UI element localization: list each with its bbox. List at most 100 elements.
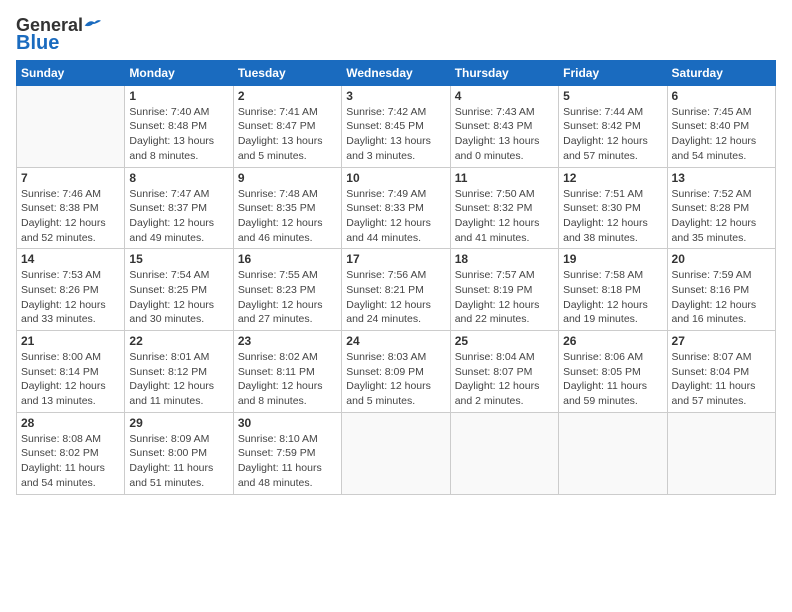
calendar-cell: 29 Sunrise: 8:09 AMSunset: 8:00 PMDayligh…: [125, 412, 233, 494]
column-header-sunday: Sunday: [17, 60, 125, 85]
day-info: Sunrise: 7:44 AMSunset: 8:42 PMDaylight:…: [563, 105, 662, 164]
day-info: Sunrise: 8:00 AMSunset: 8:14 PMDaylight:…: [21, 350, 120, 409]
page-header: General Blue: [16, 16, 776, 54]
calendar-cell: 22 Sunrise: 8:01 AMSunset: 8:12 PMDayligh…: [125, 331, 233, 413]
day-info: Sunrise: 7:42 AMSunset: 8:45 PMDaylight:…: [346, 105, 445, 164]
day-info: Sunrise: 8:04 AMSunset: 8:07 PMDaylight:…: [455, 350, 554, 409]
calendar-cell: 9Sunrise: 7:48 AMSunset: 8:35 PMDaylight…: [233, 167, 341, 249]
day-info: Sunrise: 7:46 AMSunset: 8:38 PMDaylight:…: [21, 187, 120, 246]
day-number: 11: [455, 171, 554, 185]
column-header-saturday: Saturday: [667, 60, 775, 85]
calendar-week-row: 1 Sunrise: 7:40 AMSunset: 8:48 PMDaylight…: [17, 85, 776, 167]
day-number: 12: [563, 171, 662, 185]
day-number: 30: [238, 416, 337, 430]
calendar-cell: 21 Sunrise: 8:00 AMSunset: 8:14 PMDayligh…: [17, 331, 125, 413]
logo-blue: Blue: [16, 32, 59, 54]
day-info: Sunrise: 8:06 AMSunset: 8:05 PMDaylight:…: [563, 350, 662, 409]
day-info: Sunrise: 7:41 AMSunset: 8:47 PMDaylight:…: [238, 105, 337, 164]
day-number: 7: [21, 171, 120, 185]
day-info: Sunrise: 7:52 AMSunset: 8:28 PMDaylight:…: [672, 187, 771, 246]
day-number: 2: [238, 89, 337, 103]
day-number: 28: [21, 416, 120, 430]
calendar-cell: 17 Sunrise: 7:56 AMSunset: 8:21 PMDayligh…: [342, 249, 450, 331]
calendar-week-row: 7 Sunrise: 7:46 AMSunset: 8:38 PMDaylight…: [17, 167, 776, 249]
calendar-cell: 20 Sunrise: 7:59 AMSunset: 8:16 PMDayligh…: [667, 249, 775, 331]
day-number: 21: [21, 334, 120, 348]
calendar-cell: 10Sunrise: 7:49 AMSunset: 8:33 PMDayligh…: [342, 167, 450, 249]
calendar-cell: 15 Sunrise: 7:54 AMSunset: 8:25 PMDayligh…: [125, 249, 233, 331]
day-info: Sunrise: 7:59 AMSunset: 8:16 PMDaylight:…: [672, 268, 771, 327]
day-info: Sunrise: 8:07 AMSunset: 8:04 PMDaylight:…: [672, 350, 771, 409]
day-number: 4: [455, 89, 554, 103]
calendar-cell: 19 Sunrise: 7:58 AMSunset: 8:18 PMDayligh…: [559, 249, 667, 331]
calendar-cell: [17, 85, 125, 167]
calendar-cell: 5 Sunrise: 7:44 AMSunset: 8:42 PMDaylight…: [559, 85, 667, 167]
calendar-table: SundayMondayTuesdayWednesdayThursdayFrid…: [16, 60, 776, 495]
day-info: Sunrise: 7:43 AMSunset: 8:43 PMDaylight:…: [455, 105, 554, 164]
day-info: Sunrise: 7:47 AMSunset: 8:37 PMDaylight:…: [129, 187, 228, 246]
column-header-monday: Monday: [125, 60, 233, 85]
day-info: Sunrise: 7:53 AMSunset: 8:26 PMDaylight:…: [21, 268, 120, 327]
column-header-thursday: Thursday: [450, 60, 558, 85]
day-number: 14: [21, 252, 120, 266]
day-number: 29: [129, 416, 228, 430]
day-info: Sunrise: 7:45 AMSunset: 8:40 PMDaylight:…: [672, 105, 771, 164]
logo: General Blue: [16, 16, 101, 54]
day-info: Sunrise: 7:54 AMSunset: 8:25 PMDaylight:…: [129, 268, 228, 327]
calendar-week-row: 14 Sunrise: 7:53 AMSunset: 8:26 PMDayligh…: [17, 249, 776, 331]
calendar-cell: 30 Sunrise: 8:10 AMSunset: 7:59 PMDayligh…: [233, 412, 341, 494]
day-number: 22: [129, 334, 228, 348]
day-number: 6: [672, 89, 771, 103]
day-number: 26: [563, 334, 662, 348]
day-info: Sunrise: 8:03 AMSunset: 8:09 PMDaylight:…: [346, 350, 445, 409]
day-number: 17: [346, 252, 445, 266]
day-info: Sunrise: 7:57 AMSunset: 8:19 PMDaylight:…: [455, 268, 554, 327]
day-info: Sunrise: 7:49 AMSunset: 8:33 PMDaylight:…: [346, 187, 445, 246]
day-number: 19: [563, 252, 662, 266]
calendar-cell: 11 Sunrise: 7:50 AMSunset: 8:32 PMDayligh…: [450, 167, 558, 249]
day-info: Sunrise: 8:09 AMSunset: 8:00 PMDaylight:…: [129, 432, 228, 491]
day-number: 3: [346, 89, 445, 103]
calendar-cell: 13Sunrise: 7:52 AMSunset: 8:28 PMDayligh…: [667, 167, 775, 249]
day-number: 25: [455, 334, 554, 348]
calendar-cell: 26 Sunrise: 8:06 AMSunset: 8:05 PMDayligh…: [559, 331, 667, 413]
calendar-week-row: 28 Sunrise: 8:08 AMSunset: 8:02 PMDayligh…: [17, 412, 776, 494]
day-number: 23: [238, 334, 337, 348]
calendar-cell: 27 Sunrise: 8:07 AMSunset: 8:04 PMDayligh…: [667, 331, 775, 413]
day-number: 5: [563, 89, 662, 103]
day-number: 8: [129, 171, 228, 185]
column-header-tuesday: Tuesday: [233, 60, 341, 85]
day-number: 20: [672, 252, 771, 266]
day-info: Sunrise: 7:56 AMSunset: 8:21 PMDaylight:…: [346, 268, 445, 327]
day-info: Sunrise: 7:40 AMSunset: 8:48 PMDaylight:…: [129, 105, 228, 164]
day-number: 24: [346, 334, 445, 348]
calendar-cell: 8 Sunrise: 7:47 AMSunset: 8:37 PMDaylight…: [125, 167, 233, 249]
calendar-header-row: SundayMondayTuesdayWednesdayThursdayFrid…: [17, 60, 776, 85]
calendar-cell: 6 Sunrise: 7:45 AMSunset: 8:40 PMDaylight…: [667, 85, 775, 167]
day-number: 15: [129, 252, 228, 266]
day-info: Sunrise: 7:51 AMSunset: 8:30 PMDaylight:…: [563, 187, 662, 246]
calendar-cell: 16Sunrise: 7:55 AMSunset: 8:23 PMDayligh…: [233, 249, 341, 331]
calendar-cell: 25 Sunrise: 8:04 AMSunset: 8:07 PMDayligh…: [450, 331, 558, 413]
day-info: Sunrise: 8:02 AMSunset: 8:11 PMDaylight:…: [238, 350, 337, 409]
calendar-cell: 2 Sunrise: 7:41 AMSunset: 8:47 PMDaylight…: [233, 85, 341, 167]
day-info: Sunrise: 8:01 AMSunset: 8:12 PMDaylight:…: [129, 350, 228, 409]
calendar-cell: [342, 412, 450, 494]
day-number: 1: [129, 89, 228, 103]
calendar-cell: 28 Sunrise: 8:08 AMSunset: 8:02 PMDayligh…: [17, 412, 125, 494]
day-info: Sunrise: 8:10 AMSunset: 7:59 PMDaylight:…: [238, 432, 337, 491]
calendar-cell: 4 Sunrise: 7:43 AMSunset: 8:43 PMDaylight…: [450, 85, 558, 167]
day-number: 27: [672, 334, 771, 348]
day-info: Sunrise: 8:08 AMSunset: 8:02 PMDaylight:…: [21, 432, 120, 491]
calendar-cell: [667, 412, 775, 494]
calendar-week-row: 21 Sunrise: 8:00 AMSunset: 8:14 PMDayligh…: [17, 331, 776, 413]
day-info: Sunrise: 7:58 AMSunset: 8:18 PMDaylight:…: [563, 268, 662, 327]
calendar-cell: 1 Sunrise: 7:40 AMSunset: 8:48 PMDaylight…: [125, 85, 233, 167]
day-info: Sunrise: 7:48 AMSunset: 8:35 PMDaylight:…: [238, 187, 337, 246]
day-number: 18: [455, 252, 554, 266]
calendar-cell: 24 Sunrise: 8:03 AMSunset: 8:09 PMDayligh…: [342, 331, 450, 413]
day-info: Sunrise: 7:50 AMSunset: 8:32 PMDaylight:…: [455, 187, 554, 246]
calendar-cell: 7 Sunrise: 7:46 AMSunset: 8:38 PMDaylight…: [17, 167, 125, 249]
calendar-cell: 23 Sunrise: 8:02 AMSunset: 8:11 PMDayligh…: [233, 331, 341, 413]
calendar-cell: 3 Sunrise: 7:42 AMSunset: 8:45 PMDaylight…: [342, 85, 450, 167]
